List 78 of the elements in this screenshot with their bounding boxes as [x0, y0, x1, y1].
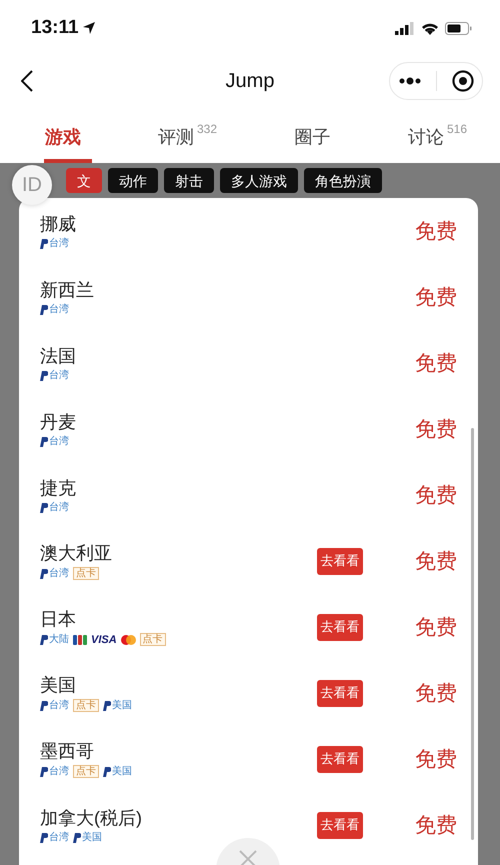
- payment-tag: 点卡: [73, 567, 99, 580]
- payment-region: 美国: [112, 700, 132, 712]
- battery-icon: [445, 22, 472, 34]
- target-icon: [452, 70, 474, 92]
- country-name: 新西兰: [40, 278, 94, 300]
- price-label: 免费: [415, 681, 457, 707]
- category-chip[interactable]: 射击: [164, 168, 214, 193]
- country-name: 墨西哥: [40, 740, 94, 762]
- scrollbar[interactable]: [471, 428, 474, 840]
- payment-region: 美国: [112, 766, 132, 778]
- payment-region: 台湾: [49, 370, 69, 382]
- payment-region: 台湾: [49, 700, 69, 712]
- payment-logo-icon: [103, 700, 111, 710]
- overlapping-circles-icon: [120, 634, 136, 644]
- category-chip[interactable]: 角色扮演: [304, 168, 382, 193]
- dots-icon: [398, 77, 420, 85]
- view-button[interactable]: 去看看: [317, 746, 363, 772]
- country-name: 加拿大(税后): [40, 806, 142, 828]
- signal-icon: [395, 22, 415, 34]
- payment-tag: 点卡: [73, 765, 99, 778]
- tab[interactable]: 游戏: [0, 112, 125, 163]
- payment-region: 台湾: [49, 238, 69, 250]
- price-label: 免费: [415, 417, 457, 443]
- payment-logo-icon: [40, 238, 48, 248]
- wifi-icon: [421, 22, 439, 34]
- price-label: 免费: [415, 549, 457, 575]
- category-chip[interactable]: 文: [66, 168, 102, 193]
- payment-logo-icon: [40, 634, 48, 644]
- payment-logo-icon: [40, 832, 48, 842]
- price-label: 免费: [415, 615, 457, 641]
- payment-region: 台湾: [49, 766, 69, 778]
- country-name: 丹麦: [40, 410, 76, 432]
- price-label: 免费: [415, 813, 457, 839]
- more-button[interactable]: [396, 75, 422, 87]
- tab[interactable]: 圈子: [250, 112, 375, 163]
- country-name: 澳大利亚: [40, 542, 112, 564]
- payment-tag: 点卡: [140, 633, 166, 646]
- payment-logo-icon: [40, 568, 48, 578]
- country-name: 法国: [40, 344, 76, 366]
- price-label: 免费: [415, 285, 457, 311]
- close-icon: [239, 850, 257, 865]
- chevron-left-icon: [21, 70, 33, 92]
- country-name: 日本: [40, 608, 76, 630]
- price-label: 免费: [415, 747, 457, 773]
- page-title: Jump: [226, 70, 274, 92]
- payment-logo-icon: [103, 766, 111, 776]
- payment-region: 台湾: [49, 502, 69, 514]
- country-name: 挪威: [40, 212, 76, 234]
- view-button[interactable]: 去看看: [317, 812, 363, 838]
- price-label: 免费: [415, 351, 457, 377]
- payment-logo-icon: [73, 832, 81, 842]
- price-label: 免费: [415, 219, 457, 245]
- country-name: 美国: [40, 674, 76, 696]
- close-app-button[interactable]: [450, 68, 476, 94]
- payment-logo-icon: [40, 700, 48, 710]
- payment-region: 台湾: [49, 832, 69, 844]
- view-button[interactable]: 去看看: [317, 614, 363, 640]
- payment-region: 台湾: [49, 304, 69, 316]
- payment-logo-icon: [40, 766, 48, 776]
- status-time: 13:11: [31, 17, 79, 39]
- location-arrow-icon: [82, 22, 95, 34]
- payment-region: 大陆: [49, 634, 69, 646]
- payment-logo-icon: [40, 304, 48, 314]
- payment-tag: 点卡: [73, 699, 99, 712]
- view-button[interactable]: 去看看: [317, 680, 363, 706]
- card-stripes-icon: [73, 634, 87, 644]
- category-chip[interactable]: 动作: [108, 168, 158, 193]
- category-chip[interactable]: 多人游戏: [220, 168, 298, 193]
- country-name: 捷克: [40, 476, 76, 498]
- payment-logo-icon: [40, 370, 48, 380]
- payment-logo-icon: [40, 502, 48, 512]
- payment-logo-icon: [40, 436, 48, 446]
- payment-region: 台湾: [49, 436, 69, 448]
- price-label: 免费: [415, 483, 457, 509]
- payment-region: 美国: [82, 832, 102, 844]
- payment-region: 台湾: [49, 568, 69, 580]
- view-button[interactable]: 去看看: [317, 548, 363, 574]
- card-logo: VISA: [91, 634, 117, 646]
